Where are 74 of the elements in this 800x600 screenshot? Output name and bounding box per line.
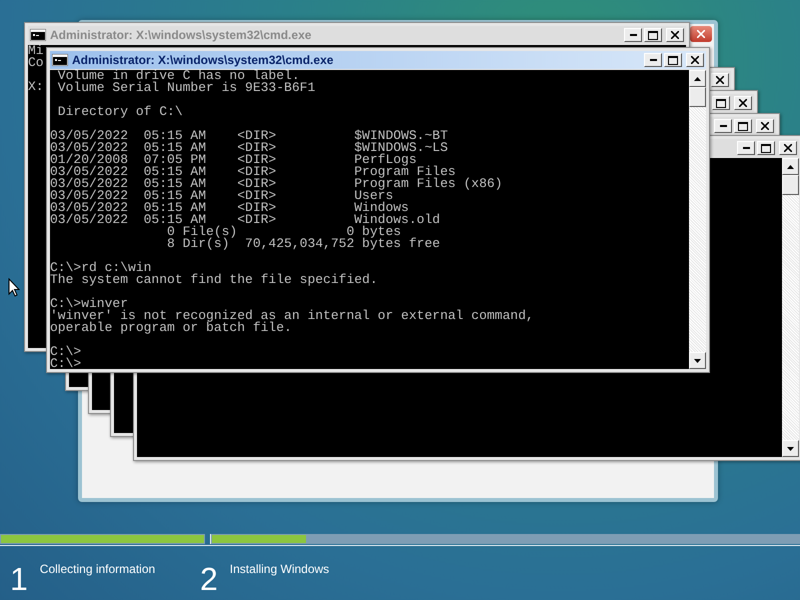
minimize-icon bbox=[650, 59, 656, 61]
maximize-button[interactable] bbox=[664, 53, 682, 67]
console-line: C:\>rd c:\win bbox=[50, 262, 152, 274]
console-line: 'winver' is not recognized as an internal or external command, bbox=[50, 310, 534, 322]
console-line: The system cannot find the file specified. bbox=[50, 274, 378, 286]
close-icon bbox=[716, 76, 724, 84]
minimize-button[interactable] bbox=[624, 28, 642, 42]
up-arrow-icon bbox=[694, 76, 701, 80]
console-line: 03/05/2022 05:15 AM <DIR> $WINDOWS.~BT bbox=[50, 130, 448, 142]
console-icon bbox=[52, 54, 68, 66]
close-icon bbox=[784, 144, 792, 152]
window-title: Administrator: X:\windows\system32\cmd.exe bbox=[72, 52, 334, 69]
up-arrow-icon bbox=[787, 164, 794, 168]
console-line: X: bbox=[28, 81, 44, 93]
step-label: Installing Windows bbox=[230, 561, 330, 578]
console-line: 03/05/2022 05:15 AM <DIR> Program Files bbox=[50, 166, 456, 178]
scroll-thumb[interactable] bbox=[782, 175, 799, 195]
down-arrow-icon bbox=[787, 446, 794, 450]
console-line: 03/05/2022 05:15 AM <DIR> $WINDOWS.~LS bbox=[50, 142, 448, 154]
console-icon bbox=[30, 29, 46, 41]
minimize-icon bbox=[630, 34, 636, 36]
close-icon bbox=[761, 122, 769, 130]
close-button[interactable] bbox=[779, 141, 797, 155]
maximize-icon bbox=[761, 144, 771, 152]
console-line: 0 File(s) 0 bytes bbox=[166, 226, 402, 238]
console-line: 03/05/2022 05:15 AM <DIR> Windows bbox=[50, 202, 409, 214]
console-line: C:\>winver bbox=[50, 298, 128, 310]
close-button[interactable] bbox=[711, 73, 729, 87]
minimize-icon bbox=[720, 125, 726, 127]
console-line: 03/05/2022 05:15 AM <DIR> Windows.old bbox=[50, 214, 440, 226]
console-line: 03/05/2022 05:15 AM <DIR> Program Files (x86) bbox=[50, 178, 502, 190]
minimize-button[interactable] bbox=[714, 119, 732, 133]
minimize-icon bbox=[742, 147, 750, 149]
close-button[interactable] bbox=[686, 53, 704, 67]
close-button[interactable] bbox=[756, 119, 774, 133]
console-line: Directory of C:\ bbox=[56, 106, 183, 118]
step-number: 1 bbox=[10, 562, 28, 596]
scroll-up-button[interactable] bbox=[689, 70, 706, 87]
console-line: C:\> bbox=[50, 346, 82, 358]
console-line: operable program or batch file. bbox=[50, 322, 292, 334]
mouse-pointer-icon bbox=[8, 278, 20, 298]
console-line: 03/05/2022 05:15 AM <DIR> Users bbox=[50, 190, 394, 202]
scroll-up-button[interactable] bbox=[782, 158, 799, 175]
scrollbar[interactable] bbox=[689, 70, 706, 369]
maximize-button[interactable] bbox=[734, 119, 752, 133]
console-line: 8 Dir(s) 70,425,034,752 bytes free bbox=[166, 238, 440, 250]
close-icon bbox=[739, 99, 747, 107]
close-icon bbox=[697, 30, 705, 38]
close-button[interactable] bbox=[666, 28, 684, 42]
scroll-down-button[interactable] bbox=[689, 352, 706, 369]
maximize-button[interactable] bbox=[757, 141, 775, 155]
step-label: Collecting information bbox=[40, 561, 156, 578]
window-title: Administrator: X:\windows\system32\cmd.exe bbox=[50, 27, 312, 44]
maximize-icon bbox=[738, 122, 748, 130]
step-number: 2 bbox=[200, 562, 218, 596]
maximize-icon bbox=[648, 30, 658, 40]
console-line: C:\> bbox=[50, 358, 82, 369]
console-line: Co bbox=[28, 57, 44, 69]
close-button[interactable] bbox=[690, 26, 712, 42]
down-arrow-icon bbox=[694, 358, 701, 362]
maximize-button[interactable] bbox=[644, 28, 662, 42]
minimize-button[interactable] bbox=[737, 141, 755, 155]
close-button[interactable] bbox=[734, 96, 752, 110]
close-icon bbox=[691, 56, 699, 64]
maximize-icon bbox=[716, 98, 726, 108]
console-line: 01/20/2008 07:05 PM <DIR> PerfLogs bbox=[50, 154, 417, 166]
maximize-button[interactable] bbox=[712, 96, 730, 110]
console-line: Volume Serial Number is 9E33-B6F1 bbox=[56, 82, 316, 94]
scroll-down-button[interactable] bbox=[782, 440, 799, 457]
scroll-thumb[interactable] bbox=[689, 87, 706, 107]
minimize-button[interactable] bbox=[644, 53, 662, 67]
maximize-icon bbox=[668, 56, 678, 64]
scrollbar[interactable] bbox=[782, 158, 799, 457]
close-icon bbox=[671, 31, 679, 39]
